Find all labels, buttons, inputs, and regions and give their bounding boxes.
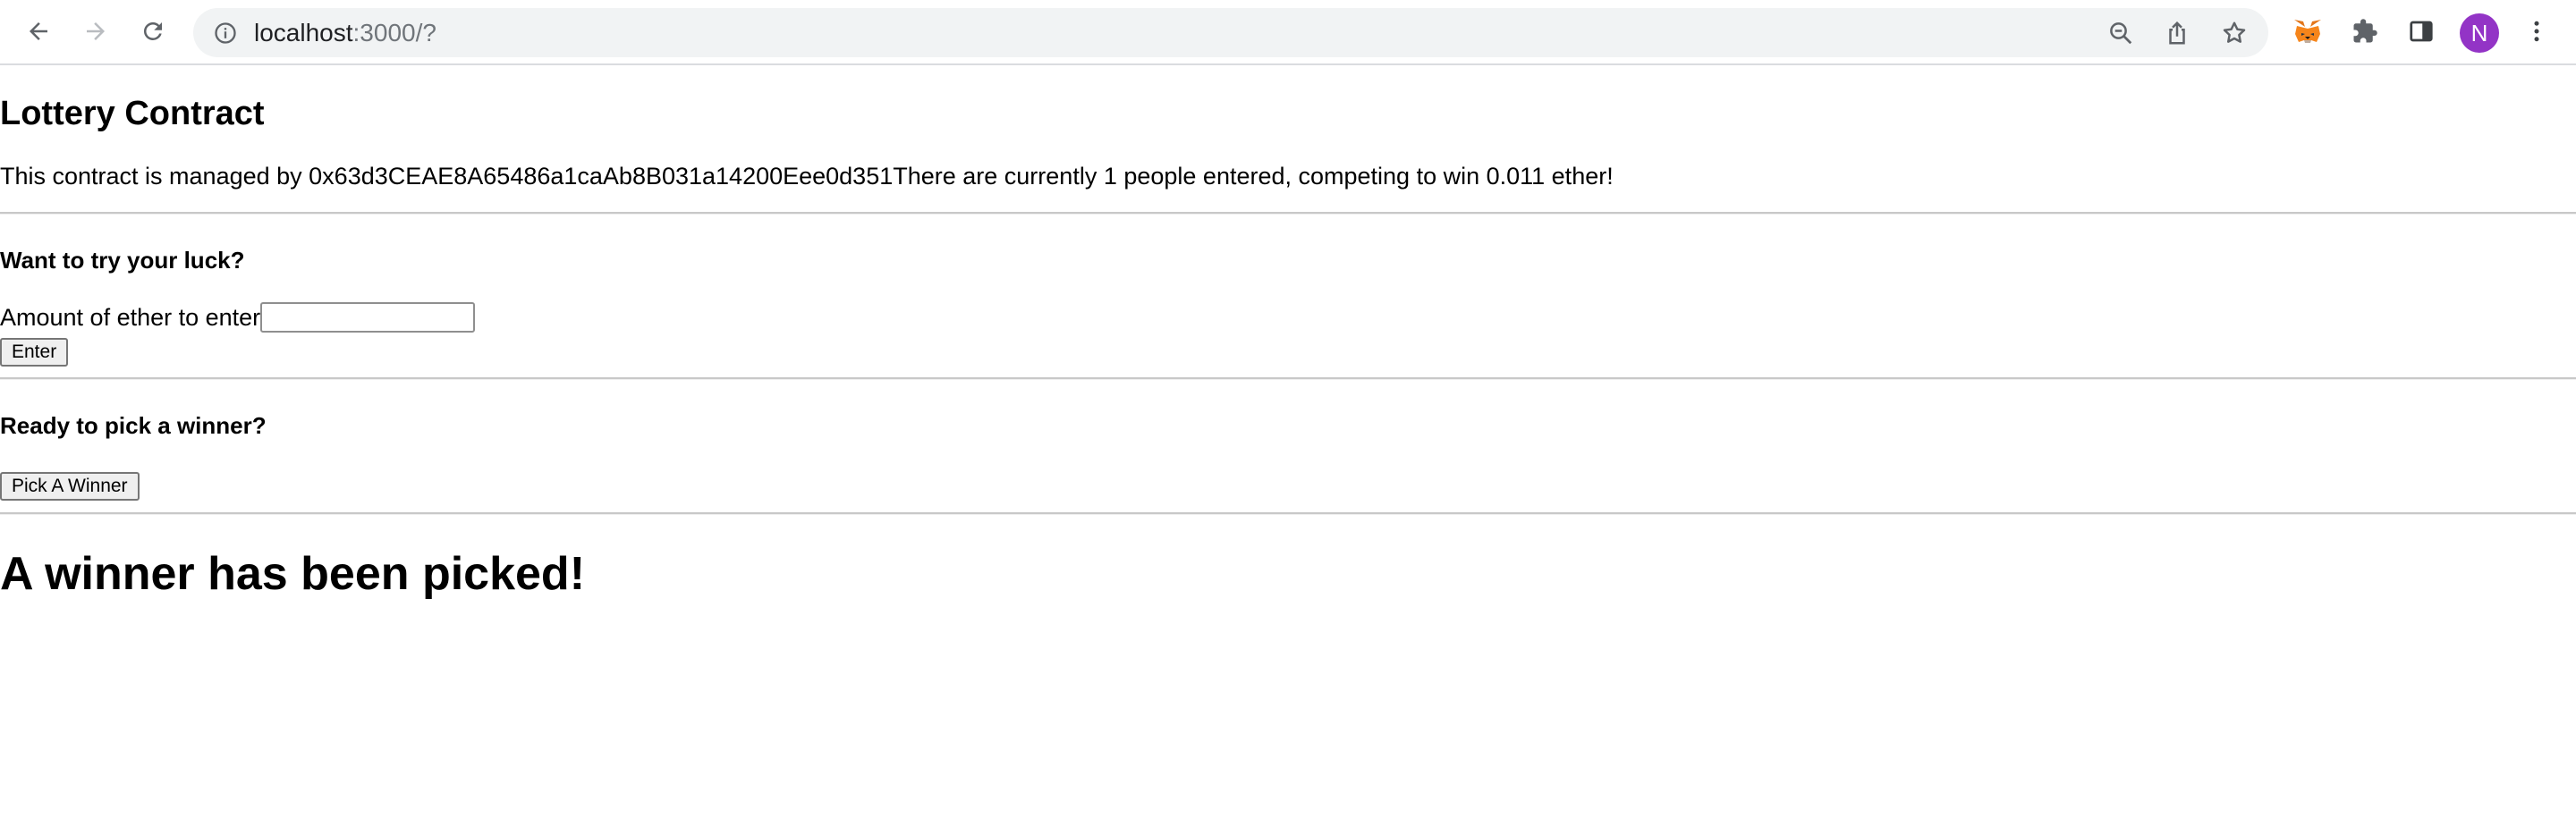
divider (0, 377, 2576, 380)
browser-toolbar: localhost:3000/? N (0, 0, 2576, 65)
divider (0, 212, 2576, 215)
kebab-menu-icon[interactable] (2516, 11, 2557, 52)
page-title: Lottery Contract (0, 95, 265, 132)
profile-avatar[interactable]: N (2460, 13, 2499, 53)
info-icon[interactable] (211, 19, 239, 46)
ether-amount-input[interactable] (260, 302, 476, 333)
url-path: :3000/? (352, 19, 436, 46)
back-arrow-icon[interactable] (18, 11, 59, 52)
metamask-fox-icon[interactable] (2287, 11, 2328, 52)
winner-message: A winner has been picked! (0, 548, 586, 600)
divider (0, 512, 2576, 515)
star-icon[interactable] (2218, 17, 2250, 49)
zoom-icon[interactable] (2105, 17, 2137, 49)
amount-label: Amount of ether to enter (0, 303, 261, 331)
side-panel-icon[interactable] (2401, 11, 2442, 52)
pick-winner-button[interactable]: Pick A Winner (0, 472, 140, 501)
forward-arrow-icon[interactable] (75, 11, 116, 52)
contract-info-text: This contract is managed by 0x63d3CEAE8A… (0, 163, 1614, 190)
puzzle-piece-icon[interactable] (2344, 11, 2385, 52)
reload-icon[interactable] (132, 11, 174, 52)
url-host: localhost (254, 19, 353, 46)
amount-field-row: Amount of ether to enter (0, 302, 476, 333)
pick-section-heading: Ready to pick a winner? (0, 412, 267, 439)
address-bar[interactable]: localhost:3000/? (193, 8, 2268, 57)
enter-button[interactable]: Enter (0, 338, 69, 367)
enter-section-heading: Want to try your luck? (0, 247, 245, 274)
url-text[interactable]: localhost:3000/? (254, 8, 436, 57)
share-icon[interactable] (2161, 17, 2193, 49)
